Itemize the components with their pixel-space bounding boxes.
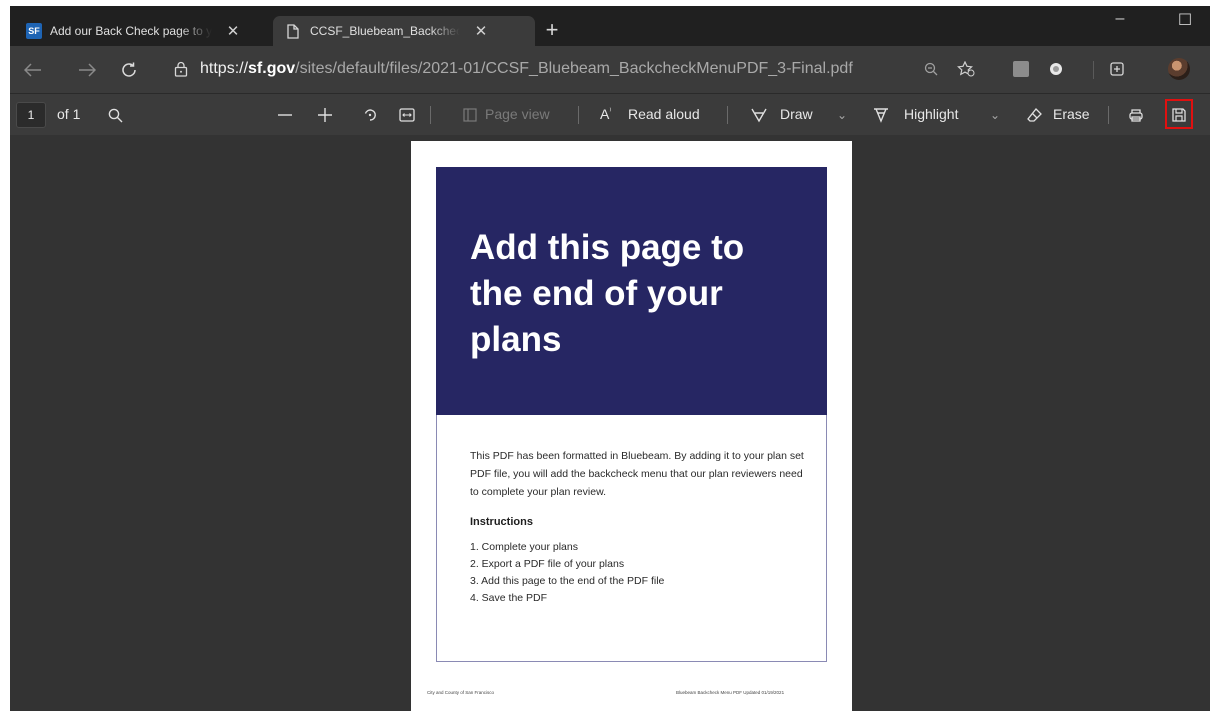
page-count: of 1 — [57, 106, 81, 122]
arrow-right-icon — [79, 63, 96, 77]
page-view-icon — [457, 102, 483, 128]
minimize-button[interactable]: – — [1100, 10, 1140, 28]
zoom-in-icon[interactable] — [312, 102, 338, 128]
toolbar-divider — [1093, 61, 1094, 79]
lock-icon[interactable] — [174, 61, 188, 77]
read-aloud-icon[interactable]: A⁾ — [600, 106, 611, 122]
erase-button[interactable]: Erase — [1053, 106, 1090, 122]
footer-right: Bluebeam Backcheck Menu PDF Updated 01/1… — [676, 690, 785, 695]
tab-title: CCSF_Bluebeam_BackcheckMenuPDF — [310, 24, 460, 38]
browser-window: SF Add our Back Check page to your ✕ CCS… — [10, 6, 1210, 711]
title-banner: Add this page to the end of your plans — [436, 167, 827, 415]
footer-left: City and County of San Francisco — [427, 690, 495, 695]
profile-avatar[interactable] — [1168, 58, 1190, 80]
tab-back-check-page[interactable]: SF Add our Back Check page to your ✕ — [16, 16, 262, 46]
collections-icon[interactable] — [1106, 58, 1128, 80]
close-icon[interactable]: ✕ — [472, 22, 490, 40]
toolbar-divider — [1108, 106, 1109, 124]
url-path: /sites/default/files/2021-01/CCSF_Bluebe… — [295, 60, 853, 77]
eraser-icon[interactable] — [1022, 102, 1048, 128]
pdf-viewer-canvas[interactable]: Add this page to the end of your plans T… — [10, 135, 1210, 711]
zoom-out-icon[interactable] — [272, 102, 298, 128]
pdf-toolbar: 1 of 1 Page view A⁾ Read aloud Draw ⌄ Hi… — [10, 93, 1210, 135]
rotate-icon[interactable] — [357, 102, 383, 128]
url-host: sf.gov — [248, 60, 296, 77]
sf-favicon-icon: SF — [26, 23, 42, 39]
highlight-button[interactable]: Highlight — [904, 106, 958, 122]
tab-title: Add our Back Check page to your — [50, 24, 212, 38]
draw-button[interactable]: Draw — [780, 106, 813, 122]
refresh-icon — [122, 62, 136, 77]
back-button[interactable] — [20, 57, 46, 83]
document-icon — [285, 23, 301, 39]
url-text[interactable]: https://sf.gov/sites/default/files/2021-… — [200, 60, 853, 78]
read-aloud-button[interactable]: Read aloud — [628, 106, 700, 122]
instructions-list: 1. Complete your plans 2. Export a PDF f… — [470, 539, 664, 607]
extension-circle-icon[interactable] — [1045, 58, 1067, 80]
draw-dropdown-chevron-down-icon[interactable]: ⌄ — [829, 102, 855, 128]
zoom-icon[interactable] — [920, 58, 942, 80]
fit-to-width-icon[interactable] — [394, 102, 420, 128]
list-item: 4. Save the PDF — [470, 592, 548, 604]
navigation-bar: https://sf.gov/sites/default/files/2021-… — [10, 46, 1210, 93]
forward-button[interactable] — [74, 57, 100, 83]
tab-ccsf-pdf[interactable]: CCSF_Bluebeam_BackcheckMenuPDF ✕ — [273, 16, 535, 46]
new-tab-button[interactable]: + — [540, 19, 564, 41]
toolbar-divider — [430, 106, 431, 124]
close-icon[interactable]: ✕ — [224, 22, 242, 40]
tab-strip: SF Add our Back Check page to your ✕ CCS… — [10, 6, 1210, 46]
pdf-page: Add this page to the end of your plans T… — [411, 141, 852, 711]
url-protocol: https:// — [200, 60, 249, 77]
save-button-highlight — [1165, 99, 1193, 129]
instructions-heading: Instructions — [470, 516, 533, 528]
page-view-button: Page view — [485, 106, 550, 122]
toolbar-divider — [727, 106, 728, 124]
intro-paragraph: This PDF has been formatted in Bluebeam.… — [470, 450, 804, 498]
page-number-input[interactable]: 1 — [16, 102, 46, 128]
highlight-icon[interactable] — [868, 102, 894, 128]
list-item: 2. Export a PDF file of your plans — [470, 558, 625, 570]
address-bar[interactable]: https://sf.gov/sites/default/files/2021-… — [162, 52, 992, 86]
arrow-left-icon — [24, 63, 41, 77]
print-icon[interactable] — [1123, 102, 1149, 128]
list-item: 3. Add this page to the end of the PDF f… — [470, 575, 665, 587]
list-item: 1. Complete your plans — [470, 541, 578, 553]
document-title: Add this page to the end of your plans — [470, 228, 745, 359]
draw-icon[interactable] — [746, 102, 772, 128]
highlight-dropdown-chevron-down-icon[interactable]: ⌄ — [982, 102, 1008, 128]
instructions-box: This PDF has been formatted in Bluebeam.… — [436, 415, 827, 662]
maximize-button[interactable]: ☐ — [1165, 10, 1205, 30]
search-icon[interactable] — [102, 102, 128, 128]
extension-icon[interactable] — [1010, 58, 1032, 80]
favorite-star-icon[interactable] — [955, 58, 977, 80]
refresh-button[interactable] — [116, 57, 142, 83]
toolbar-divider — [578, 106, 579, 124]
